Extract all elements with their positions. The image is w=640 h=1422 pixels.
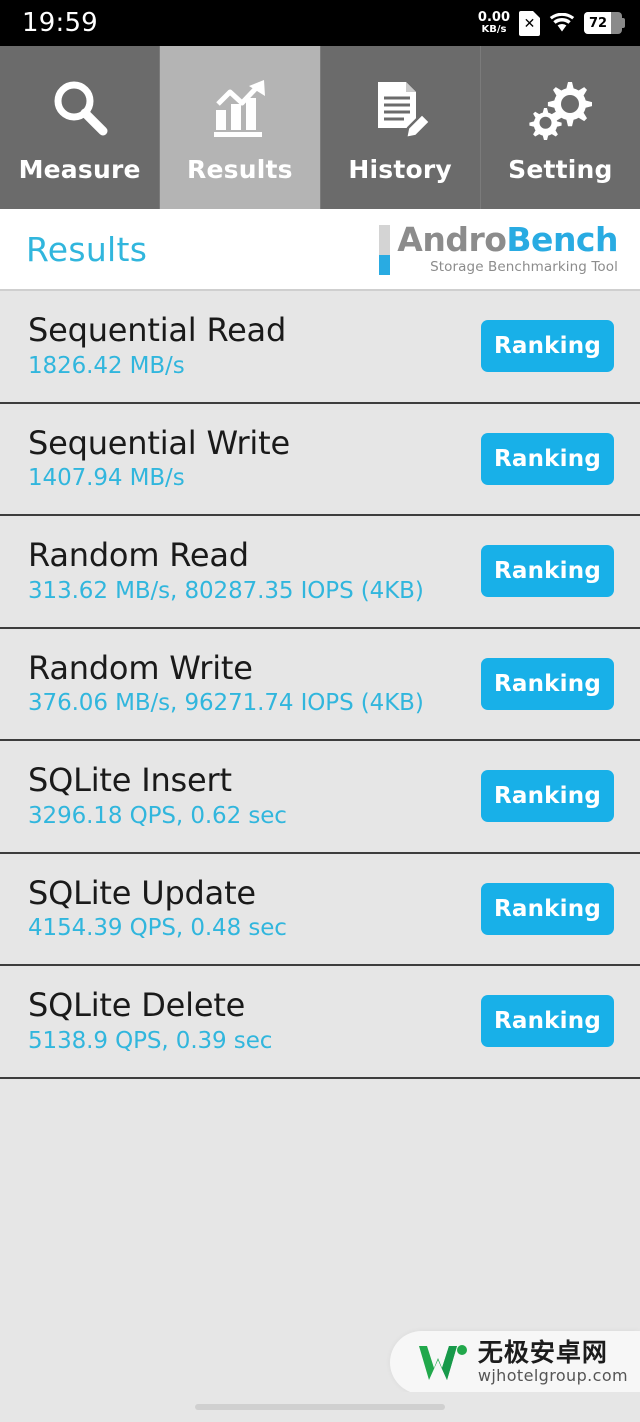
table-row[interactable]: Sequential Read 1826.42 MB/s Ranking xyxy=(0,291,640,404)
tab-results[interactable]: Results xyxy=(160,46,321,209)
ranking-button[interactable]: Ranking xyxy=(480,770,614,823)
result-value: 3296.18 QPS, 0.62 sec xyxy=(28,802,287,829)
ranking-button[interactable]: Ranking xyxy=(480,995,614,1048)
wifi-icon xyxy=(549,13,575,32)
gears-icon xyxy=(523,71,597,145)
watermark-text: 无极安卓网 wjhotelgroup.com xyxy=(477,1337,628,1386)
androbench-logo: AndroBench Storage Benchmarking Tool xyxy=(379,223,618,275)
table-row[interactable]: SQLite Delete 5138.9 QPS, 0.39 sec Ranki… xyxy=(0,966,640,1079)
result-title: Random Read xyxy=(28,536,249,575)
logo-wordmark-andro: Andro xyxy=(397,220,507,259)
status-icons: 0.00 KB/s ✕ 72 xyxy=(478,10,625,36)
table-row[interactable]: Random Read 313.62 MB/s, 80287.35 IOPS (… xyxy=(0,516,640,629)
tab-history[interactable]: History xyxy=(320,46,481,209)
result-text-group: Sequential Read 1826.42 MB/s xyxy=(28,311,287,379)
result-title: Sequential Write xyxy=(28,423,290,462)
logo-subtitle: Storage Benchmarking Tool xyxy=(430,258,618,275)
result-value: 376.06 MB/s, 96271.74 IOPS (4KB) xyxy=(28,690,424,717)
tab-measure-label: Measure xyxy=(18,155,141,184)
app-screen: 19:59 0.00 KB/s ✕ 72 Measure Results His… xyxy=(0,0,640,1422)
result-title: SQLite Delete xyxy=(28,986,246,1025)
result-title: SQLite Insert xyxy=(28,761,232,800)
logo-text-block: AndroBench Storage Benchmarking Tool xyxy=(397,223,618,275)
result-text-group: SQLite Delete 5138.9 QPS, 0.39 sec xyxy=(28,986,273,1054)
table-row[interactable]: Random Write 376.06 MB/s, 96271.74 IOPS … xyxy=(0,628,640,741)
battery-percent-label: 72 xyxy=(589,15,608,31)
page-header: Results AndroBench Storage Benchmarking … xyxy=(0,209,640,291)
result-text-group: SQLite Insert 3296.18 QPS, 0.62 sec xyxy=(28,761,287,829)
result-title: Sequential Read xyxy=(28,311,287,350)
result-value: 1826.42 MB/s xyxy=(28,352,185,379)
table-row[interactable]: SQLite Update 4154.39 QPS, 0.48 sec Rank… xyxy=(0,853,640,966)
ranking-button[interactable]: Ranking xyxy=(480,545,614,598)
sim-x-mark: ✕ xyxy=(523,15,536,32)
result-title: Random Write xyxy=(28,648,253,687)
result-text-group: SQLite Update 4154.39 QPS, 0.48 sec xyxy=(28,873,287,942)
page-title: Results xyxy=(26,229,148,269)
status-bar: 19:59 0.00 KB/s ✕ 72 xyxy=(0,0,640,46)
tab-setting[interactable]: Setting xyxy=(480,46,640,209)
status-clock: 19:59 xyxy=(22,8,98,38)
result-text-group: Random Read 313.62 MB/s, 80287.35 IOPS (… xyxy=(28,536,424,604)
tab-setting-label: Setting xyxy=(508,155,613,184)
result-value: 5138.9 QPS, 0.39 sec xyxy=(28,1027,273,1054)
ranking-button[interactable]: Ranking xyxy=(480,882,614,935)
result-text-group: Sequential Write 1407.94 MB/s xyxy=(28,423,290,492)
logo-bar-icon xyxy=(379,225,391,275)
tab-measure[interactable]: Measure xyxy=(0,46,161,209)
network-speed-indicator: 0.00 KB/s xyxy=(478,11,510,35)
document-pencil-icon xyxy=(363,71,437,145)
logo-bar-top xyxy=(379,225,391,256)
w-letter-logo-icon xyxy=(418,1345,467,1381)
result-text-group: Random Write 376.06 MB/s, 96271.74 IOPS … xyxy=(28,648,424,717)
result-value: 4154.39 QPS, 0.48 sec xyxy=(28,915,287,942)
result-title: SQLite Update xyxy=(28,873,256,912)
results-list: Sequential Read 1826.42 MB/s Ranking Seq… xyxy=(0,291,640,1079)
logo-wordmark-bench: Bench xyxy=(506,220,618,259)
magnifier-icon xyxy=(43,71,117,145)
watermark-url: wjhotelgroup.com xyxy=(477,1366,628,1386)
network-speed-value: 0.00 xyxy=(477,10,510,25)
logo-bar-bottom xyxy=(379,255,391,275)
sim-card-disabled-icon: ✕ xyxy=(519,10,540,36)
table-row[interactable]: SQLite Insert 3296.18 QPS, 0.62 sec Rank… xyxy=(0,741,640,854)
system-navigation-bar xyxy=(0,1392,640,1422)
result-value: 313.62 MB/s, 80287.35 IOPS (4KB) xyxy=(28,577,424,604)
battery-indicator: 72 xyxy=(584,12,625,34)
main-tab-bar: Measure Results History Setting xyxy=(0,46,640,209)
ranking-button[interactable]: Ranking xyxy=(480,657,614,710)
ranking-button[interactable]: Ranking xyxy=(480,432,614,485)
site-watermark: 无极安卓网 wjhotelgroup.com xyxy=(389,1330,640,1394)
home-indicator[interactable] xyxy=(195,1404,445,1410)
ranking-button[interactable]: Ranking xyxy=(480,320,614,373)
table-row[interactable]: Sequential Write 1407.94 MB/s Ranking xyxy=(0,403,640,516)
result-value: 1407.94 MB/s xyxy=(28,465,185,492)
tab-results-label: Results xyxy=(187,155,293,184)
tab-history-label: History xyxy=(348,155,452,184)
bar-chart-arrow-icon xyxy=(203,71,277,145)
logo-wordmark: AndroBench xyxy=(397,223,618,257)
network-speed-unit: KB/s xyxy=(481,24,507,35)
watermark-site-name: 无极安卓网 xyxy=(477,1337,608,1367)
